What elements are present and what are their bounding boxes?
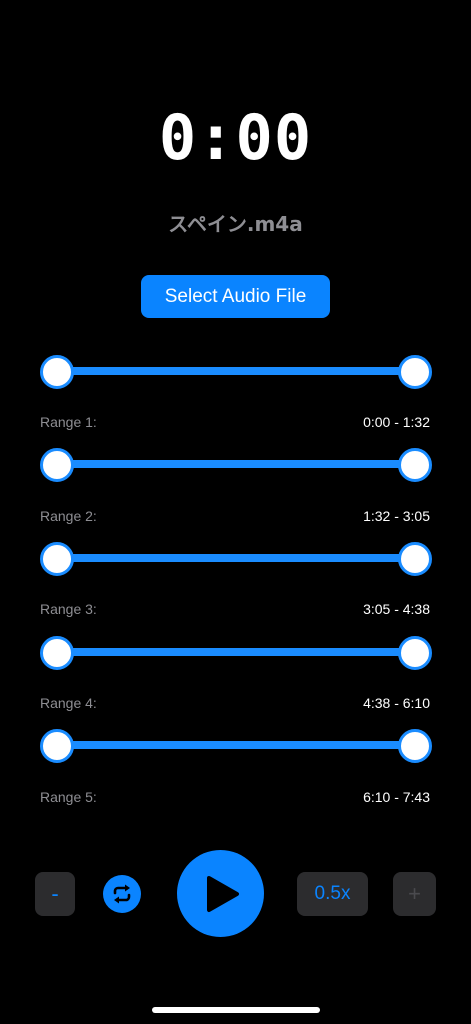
range-value-5: 6:10 - 7:43 [363, 789, 430, 805]
range-label-3: Range 3: [40, 601, 97, 617]
slider-thumb-end[interactable] [398, 355, 432, 389]
slider-thumb-end[interactable] [398, 448, 432, 482]
playback-speed-button[interactable]: 0.5x [297, 872, 368, 916]
range-slider-5[interactable] [40, 728, 432, 763]
range-slider-4[interactable] [40, 635, 432, 670]
range-label-4: Range 4: [40, 695, 97, 711]
repeat-button[interactable] [103, 875, 141, 913]
range-value-3: 3:05 - 4:38 [363, 601, 430, 617]
slider-thumb-end[interactable] [398, 729, 432, 763]
filename-label: スペイン.m4a [168, 212, 303, 236]
play-button[interactable] [177, 850, 264, 937]
repeat-icon [113, 884, 131, 904]
increase-button[interactable]: + [393, 872, 436, 916]
slider-thumb-start[interactable] [40, 355, 74, 389]
range-slider-1[interactable] [40, 354, 432, 389]
slider-thumb-end[interactable] [398, 636, 432, 670]
slider-track [55, 741, 417, 749]
slider-thumb-end[interactable] [398, 542, 432, 576]
decrease-button[interactable]: - [35, 872, 75, 916]
range-value-1: 0:00 - 1:32 [363, 414, 430, 430]
range-label-2: Range 2: [40, 508, 97, 524]
range-value-4: 4:38 - 6:10 [363, 695, 430, 711]
slider-thumb-start[interactable] [40, 542, 74, 576]
range-label-5: Range 5: [40, 789, 97, 805]
range-value-2: 1:32 - 3:05 [363, 508, 430, 524]
play-icon [207, 876, 239, 912]
slider-thumb-start[interactable] [40, 448, 74, 482]
select-audio-file-button[interactable]: Select Audio File [141, 275, 330, 318]
range-label-1: Range 1: [40, 414, 97, 430]
slider-thumb-start[interactable] [40, 729, 74, 763]
slider-track [55, 648, 417, 656]
range-slider-3[interactable] [40, 541, 432, 576]
slider-track [55, 554, 417, 562]
slider-track [55, 367, 417, 375]
slider-track [55, 460, 417, 468]
slider-thumb-start[interactable] [40, 636, 74, 670]
range-slider-2[interactable] [40, 447, 432, 482]
home-indicator [152, 1007, 320, 1013]
timer-display: 0:00 [158, 101, 313, 174]
